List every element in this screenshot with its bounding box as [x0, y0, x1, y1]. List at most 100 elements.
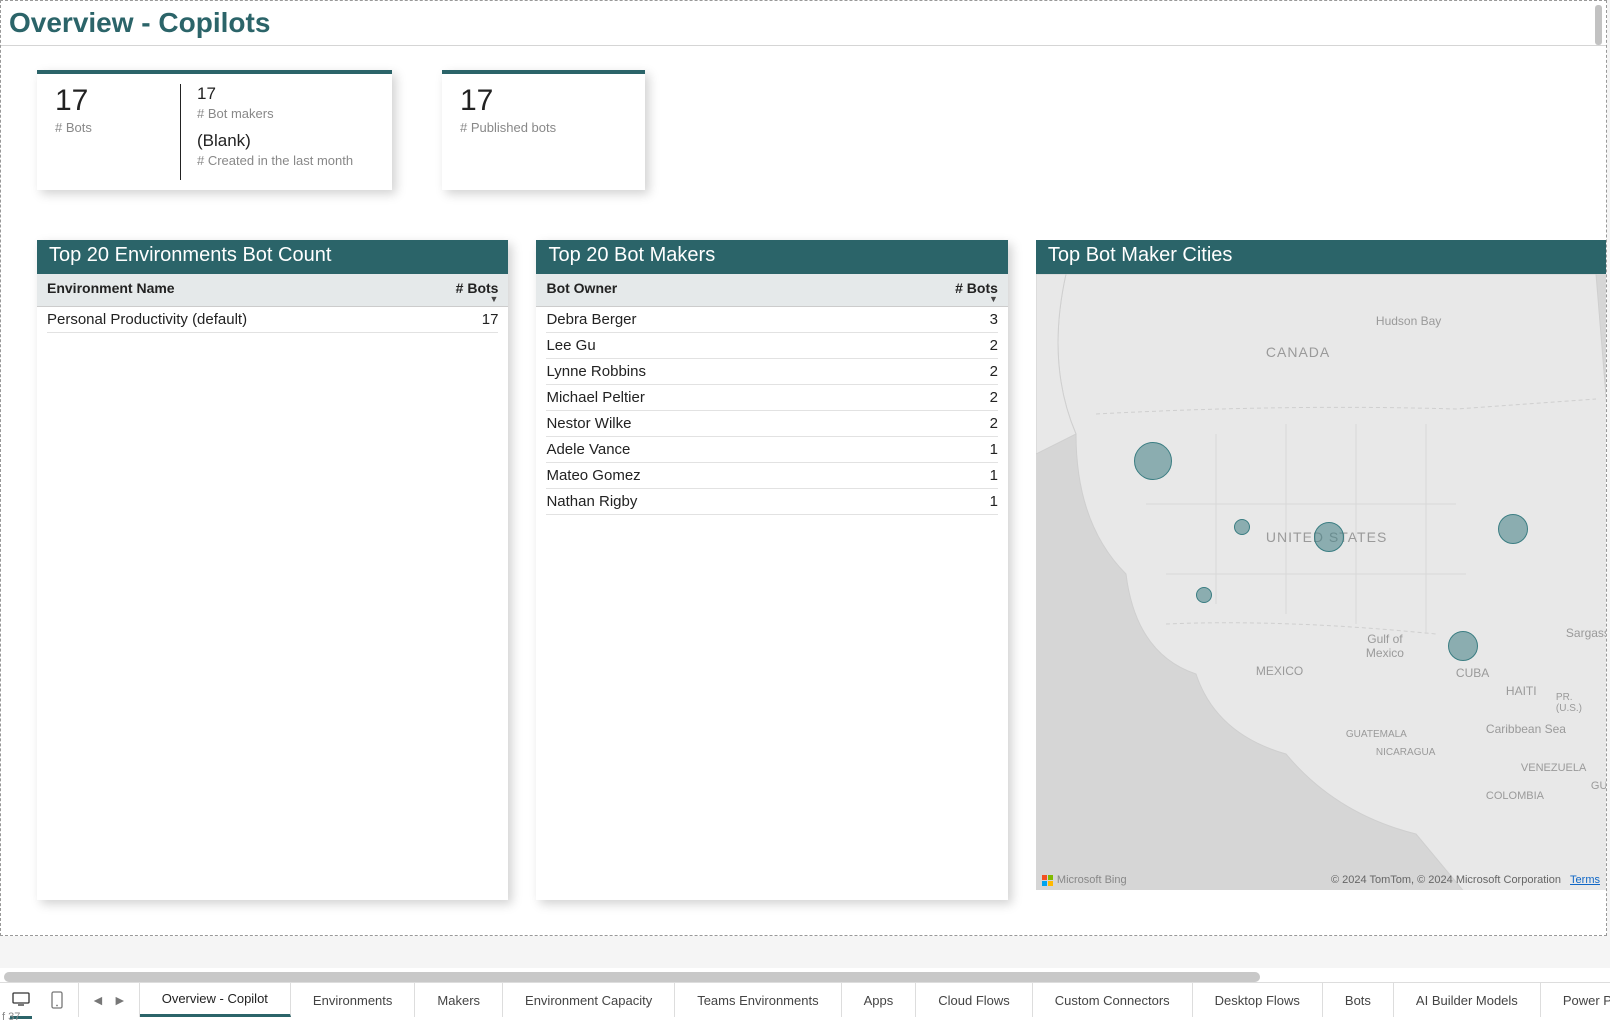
cell-env-name: Personal Productivity (default) — [47, 311, 438, 328]
panel-top-environments-title: Top 20 Environments Bot Count — [37, 240, 508, 274]
sort-caret-icon: ▼ — [938, 296, 998, 302]
makers-col-name[interactable]: Bot Owner — [546, 280, 937, 302]
kpi-botmakers-value: 17 — [197, 84, 374, 104]
env-table-body: Personal Productivity (default)17 — [37, 307, 508, 333]
cell-owner-bots: 1 — [938, 441, 998, 458]
cell-owner-bots: 2 — [938, 337, 998, 354]
footer-page-info: f 37 — [2, 1011, 20, 1023]
makers-col-bots[interactable]: # Bots ▼ — [938, 280, 998, 302]
cell-owner-bots: 2 — [938, 415, 998, 432]
cell-owner-name: Mateo Gomez — [546, 467, 937, 484]
map-bubble[interactable] — [1234, 519, 1250, 535]
kpi-card-bots-combo[interactable]: 17 # Bots 17 # Bot makers (Blank) # Crea… — [37, 70, 392, 190]
next-page-icon[interactable]: ► — [113, 992, 127, 1008]
cell-owner-name: Adele Vance — [546, 441, 937, 458]
tab-power-pages[interactable]: Power Pages — [1541, 983, 1610, 1017]
microsoft-logo-icon — [1042, 875, 1053, 886]
table-row[interactable]: Nestor Wilke2 — [546, 411, 997, 437]
makers-table-header: Bot Owner # Bots ▼ — [536, 274, 1007, 307]
tab-ai-builder-models[interactable]: AI Builder Models — [1394, 983, 1541, 1017]
map-label-cuba: CUBA — [1456, 666, 1489, 680]
tab-custom-connectors[interactable]: Custom Connectors — [1033, 983, 1193, 1017]
tab-teams-environments[interactable]: Teams Environments — [675, 983, 841, 1017]
sort-caret-icon: ▼ — [438, 296, 498, 302]
map-bubble[interactable] — [1314, 522, 1344, 552]
cell-owner-bots: 1 — [938, 467, 998, 484]
map-bubble[interactable] — [1448, 631, 1478, 661]
horizontal-scrollbar-thumb[interactable] — [4, 972, 1260, 982]
tab-nav-arrows: ◄ ► — [79, 983, 140, 1017]
map-label-haiti: HAITI — [1506, 684, 1537, 698]
page-title: Overview - Copilots — [1, 1, 1606, 46]
tab-environment-capacity[interactable]: Environment Capacity — [503, 983, 675, 1017]
tab-environments[interactable]: Environments — [291, 983, 415, 1017]
panel-top-cities-title: Top Bot Maker Cities — [1036, 240, 1606, 274]
tab-makers[interactable]: Makers — [415, 983, 503, 1017]
panel-top-bot-makers-title: Top 20 Bot Makers — [536, 240, 1007, 274]
cell-owner-bots: 1 — [938, 493, 998, 510]
cell-owner-bots: 2 — [938, 363, 998, 380]
panel-top-environments[interactable]: Top 20 Environments Bot Count Environmen… — [37, 240, 508, 900]
map-label-canada: CANADA — [1266, 344, 1330, 360]
horizontal-scrollbar[interactable] — [4, 972, 1260, 982]
panel-top-bot-makers[interactable]: Top 20 Bot Makers Bot Owner # Bots ▼ Deb… — [536, 240, 1007, 900]
map-terms-link[interactable]: Terms — [1570, 874, 1600, 886]
map-credit-brand: Microsoft Bing — [1042, 874, 1127, 886]
map-label-colombia: COLOMBIA — [1486, 790, 1544, 802]
table-row[interactable]: Adele Vance1 — [546, 437, 997, 463]
map-label-hudson: Hudson Bay — [1376, 314, 1441, 328]
kpi-published-value: 17 — [460, 84, 556, 118]
kpi-created-value: (Blank) — [197, 131, 374, 151]
kpi-created-label: # Created in the last month — [197, 153, 374, 168]
tab-apps[interactable]: Apps — [842, 983, 917, 1017]
tab-bots[interactable]: Bots — [1323, 983, 1394, 1017]
table-row[interactable]: Lynne Robbins2 — [546, 359, 997, 385]
map-label-nicaragua: NICARAGUA — [1376, 747, 1435, 758]
map-label-gulf: Gulf of Mexico — [1366, 632, 1404, 660]
table-row[interactable]: Michael Peltier2 — [546, 385, 997, 411]
map-label-mexico: MEXICO — [1256, 664, 1303, 678]
tab-cloud-flows[interactable]: Cloud Flows — [916, 983, 1033, 1017]
cell-owner-bots: 3 — [938, 311, 998, 328]
map-label-caribbean: Caribbean Sea — [1486, 722, 1566, 736]
cell-env-bots: 17 — [438, 311, 498, 328]
map-bubble[interactable] — [1134, 442, 1172, 480]
cell-owner-name: Debra Berger — [546, 311, 937, 328]
cell-owner-name: Lee Gu — [546, 337, 937, 354]
table-row[interactable]: Mateo Gomez1 — [546, 463, 997, 489]
map-label-pr: PR. (U.S.) — [1556, 692, 1582, 714]
env-table-header: Environment Name # Bots ▼ — [37, 274, 508, 307]
vertical-scrollbar[interactable] — [1597, 3, 1604, 845]
map-label-guatemala: GUATEMALA — [1346, 729, 1407, 740]
map-bubble[interactable] — [1498, 514, 1528, 544]
map-visual[interactable]: Hudson Bay CANADA UNITED STATES MEXICO G… — [1036, 274, 1606, 890]
cell-owner-name: Nestor Wilke — [546, 415, 937, 432]
report-canvas: Overview - Copilots 17 # Bots 17 # Bot m… — [0, 0, 1607, 936]
table-row[interactable]: Debra Berger3 — [546, 307, 997, 333]
cell-owner-name: Michael Peltier — [546, 389, 937, 406]
vertical-scrollbar-thumb[interactable] — [1595, 5, 1602, 45]
kpi-botmakers-label: # Bot makers — [197, 106, 374, 121]
kpi-published-label: # Published bots — [460, 120, 556, 135]
table-row[interactable]: Nathan Rigby1 — [546, 489, 997, 515]
kpi-row: 17 # Bots 17 # Bot makers (Blank) # Crea… — [1, 46, 1606, 190]
kpi-bots-value: 17 — [55, 84, 180, 118]
env-col-bots[interactable]: # Bots ▼ — [438, 280, 498, 302]
tab-overview-copilot[interactable]: Overview - Copilot — [140, 983, 291, 1017]
kpi-card-published[interactable]: 17 # Published bots — [442, 70, 645, 190]
cell-owner-name: Lynne Robbins — [546, 363, 937, 380]
env-col-name[interactable]: Environment Name — [47, 280, 438, 302]
table-row[interactable]: Lee Gu2 — [546, 333, 997, 359]
tab-desktop-flows[interactable]: Desktop Flows — [1193, 983, 1323, 1017]
map-bubble[interactable] — [1196, 587, 1212, 603]
table-row[interactable]: Personal Productivity (default)17 — [47, 307, 498, 333]
makers-table-body: Debra Berger3Lee Gu2Lynne Robbins2Michae… — [536, 307, 1007, 515]
tab-strip: ◄ ► Overview - CopilotEnvironmentsMakers… — [0, 982, 1610, 1017]
prev-page-icon[interactable]: ◄ — [91, 992, 105, 1008]
map-credit-text: © 2024 TomTom, © 2024 Microsoft Corporat… — [1331, 874, 1600, 886]
panel-top-cities[interactable]: Top Bot Maker Cities Hudson Bay CANADA U… — [1036, 240, 1606, 890]
kpi-bots-label: # Bots — [55, 120, 180, 135]
map-label-venezuela: VENEZUELA — [1521, 762, 1586, 774]
panels-row: Top 20 Environments Bot Count Environmen… — [1, 190, 1606, 900]
mobile-view-icon[interactable] — [46, 983, 68, 1017]
